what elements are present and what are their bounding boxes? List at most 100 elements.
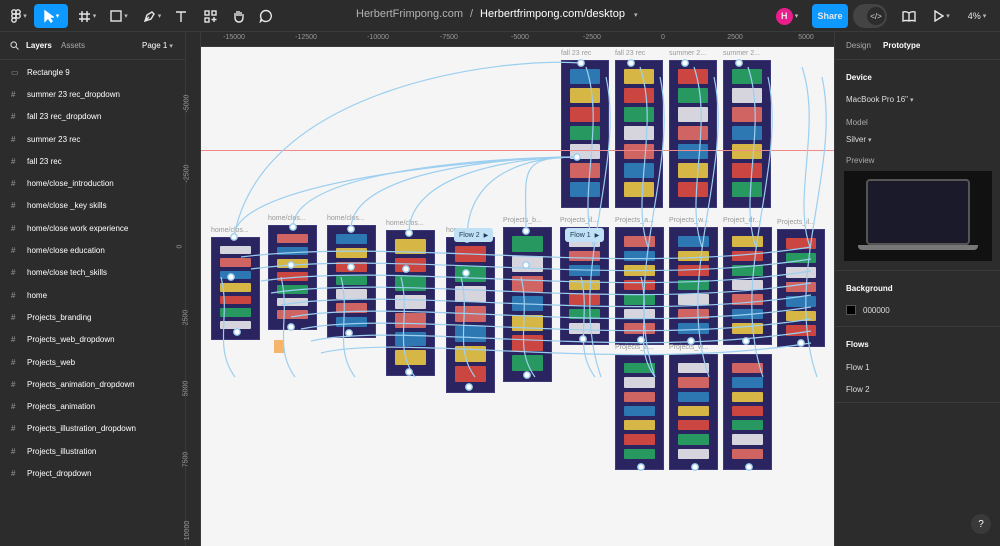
file-name[interactable]: Herbertfrimpong.com/desktop	[480, 8, 625, 20]
connection-node[interactable]	[637, 463, 645, 471]
connection-line[interactable]	[233, 61, 582, 238]
layer-item[interactable]: # Projects_branding	[0, 306, 185, 328]
layer-item[interactable]: # home/close education	[0, 239, 185, 261]
connection-line[interactable]	[220, 276, 236, 378]
comment-tool-button[interactable]	[256, 4, 276, 28]
layer-item[interactable]: # Project_dropdown	[0, 462, 185, 484]
connection-node[interactable]	[522, 261, 530, 269]
play-icon[interactable]: ▶	[484, 232, 489, 239]
layer-item[interactable]: # home/close work experience	[0, 217, 185, 239]
layer-item[interactable]: # home/close_introduction	[0, 172, 185, 194]
layer-item[interactable]: ▭ Rectangle 9	[0, 61, 185, 83]
layer-item[interactable]: # Projects_web_dropdown	[0, 329, 185, 351]
layer-item[interactable]: # fall 23 rec	[0, 150, 185, 172]
connection-node[interactable]	[345, 329, 353, 337]
flow-item-1[interactable]: Flow 1	[846, 363, 870, 372]
page-selector[interactable]: Page 1 ▾	[142, 41, 173, 50]
tab-prototype[interactable]: Prototype	[883, 41, 920, 50]
tab-layers[interactable]: Layers	[26, 41, 52, 50]
connection-line[interactable]	[320, 342, 812, 356]
connection-line[interactable]	[747, 66, 757, 248]
canvas[interactable]: fall 23 rec fall 23 rec summer 2... summer …	[201, 47, 834, 546]
connection-node[interactable]	[289, 223, 297, 231]
connection-line[interactable]	[693, 66, 703, 248]
connection-line[interactable]	[639, 66, 649, 248]
connection-node[interactable]	[522, 227, 530, 235]
hand-tool-button[interactable]	[228, 4, 248, 28]
connection-node[interactable]	[227, 273, 235, 281]
help-button[interactable]: ?	[971, 514, 991, 534]
zoom-menu[interactable]: 4% ▾	[962, 4, 992, 28]
tab-design[interactable]: Design	[846, 41, 871, 50]
connection-node[interactable]	[681, 59, 689, 67]
connection-node[interactable]	[230, 233, 238, 241]
layer-item[interactable]: # summer 23 rec	[0, 128, 185, 150]
layer-item[interactable]: # home/close tech_skills	[0, 262, 185, 284]
connection-node[interactable]	[405, 229, 413, 237]
move-tool-button[interactable]: ▾	[34, 4, 68, 28]
resources-button[interactable]	[200, 4, 220, 28]
share-button[interactable]: Share	[812, 4, 848, 28]
background-value[interactable]: 000000	[863, 306, 890, 315]
connection-node[interactable]	[577, 59, 585, 67]
search-icon[interactable]	[10, 41, 19, 50]
layer-item[interactable]: # fall 23 rec_dropdown	[0, 106, 185, 128]
connection-line[interactable]	[640, 276, 656, 378]
connection-node[interactable]	[745, 463, 753, 471]
layer-item[interactable]: # Projects_illustration	[0, 440, 185, 462]
connection-line[interactable]	[300, 318, 812, 332]
connection-node[interactable]	[573, 153, 581, 161]
pen-tool-button[interactable]: ▾	[139, 4, 165, 28]
connection-node[interactable]	[627, 59, 635, 67]
connection-line[interactable]	[350, 156, 578, 230]
connection-node[interactable]	[465, 383, 473, 391]
connection-line[interactable]	[250, 258, 812, 272]
connection-node[interactable]	[742, 337, 750, 345]
connection-node[interactable]	[579, 335, 587, 343]
connection-node[interactable]	[347, 263, 355, 271]
connection-node[interactable]	[402, 265, 410, 273]
chevron-down-icon[interactable]: ▾	[634, 11, 638, 20]
dev-mode-toggle[interactable]: </>	[853, 4, 887, 28]
connection-line[interactable]	[460, 276, 476, 378]
connection-node[interactable]	[691, 463, 699, 471]
layer-item[interactable]: # home	[0, 284, 185, 306]
shape-tool-button[interactable]: ▾	[106, 4, 132, 28]
play-icon[interactable]: ▶	[595, 232, 600, 239]
connection-line[interactable]	[801, 66, 811, 248]
connection-node[interactable]	[405, 368, 413, 376]
connection-node[interactable]	[735, 59, 743, 67]
connection-line[interactable]	[466, 156, 578, 240]
connection-node[interactable]	[687, 337, 695, 345]
connection-line[interactable]	[270, 282, 812, 296]
library-button[interactable]	[899, 4, 919, 28]
text-tool-button[interactable]	[171, 4, 191, 28]
connection-line[interactable]	[585, 66, 595, 248]
flow-start-badge[interactable]: Flow 1 ▶	[565, 228, 605, 242]
project-name[interactable]: HerbertFrimpong.com	[356, 8, 463, 20]
device-select[interactable]: MacBook Pro 16" ▾	[846, 95, 914, 104]
layer-item[interactable]: # Projects_animation_dropdown	[0, 373, 185, 395]
layer-item[interactable]: # Projects_illustration_dropdown	[0, 418, 185, 440]
flow-item-2[interactable]: Flow 2	[846, 385, 870, 394]
layer-item[interactable]: # Projects_animation	[0, 395, 185, 417]
flow-start-badge[interactable]: Flow 2 ▶	[454, 228, 494, 242]
connection-node[interactable]	[462, 269, 470, 277]
background-swatch[interactable]	[846, 305, 856, 315]
connection-node[interactable]	[233, 328, 241, 336]
connection-node[interactable]	[287, 323, 295, 331]
connection-node[interactable]	[287, 261, 295, 269]
connection-line[interactable]	[290, 306, 812, 320]
connection-line[interactable]	[340, 276, 356, 378]
user-menu[interactable]: H ▾	[771, 4, 803, 28]
frame-tool-button[interactable]: ▾	[74, 4, 100, 28]
layer-item[interactable]: # summer 23 rec_dropdown	[0, 83, 185, 105]
connection-line[interactable]	[524, 156, 578, 232]
connection-line[interactable]	[240, 246, 812, 260]
connection-line[interactable]	[310, 330, 812, 344]
connection-node[interactable]	[347, 225, 355, 233]
connection-line[interactable]	[260, 270, 812, 284]
connection-line[interactable]	[580, 276, 596, 378]
model-select[interactable]: Silver ▾	[846, 135, 872, 144]
figma-menu-button[interactable]: ▾	[6, 4, 32, 28]
